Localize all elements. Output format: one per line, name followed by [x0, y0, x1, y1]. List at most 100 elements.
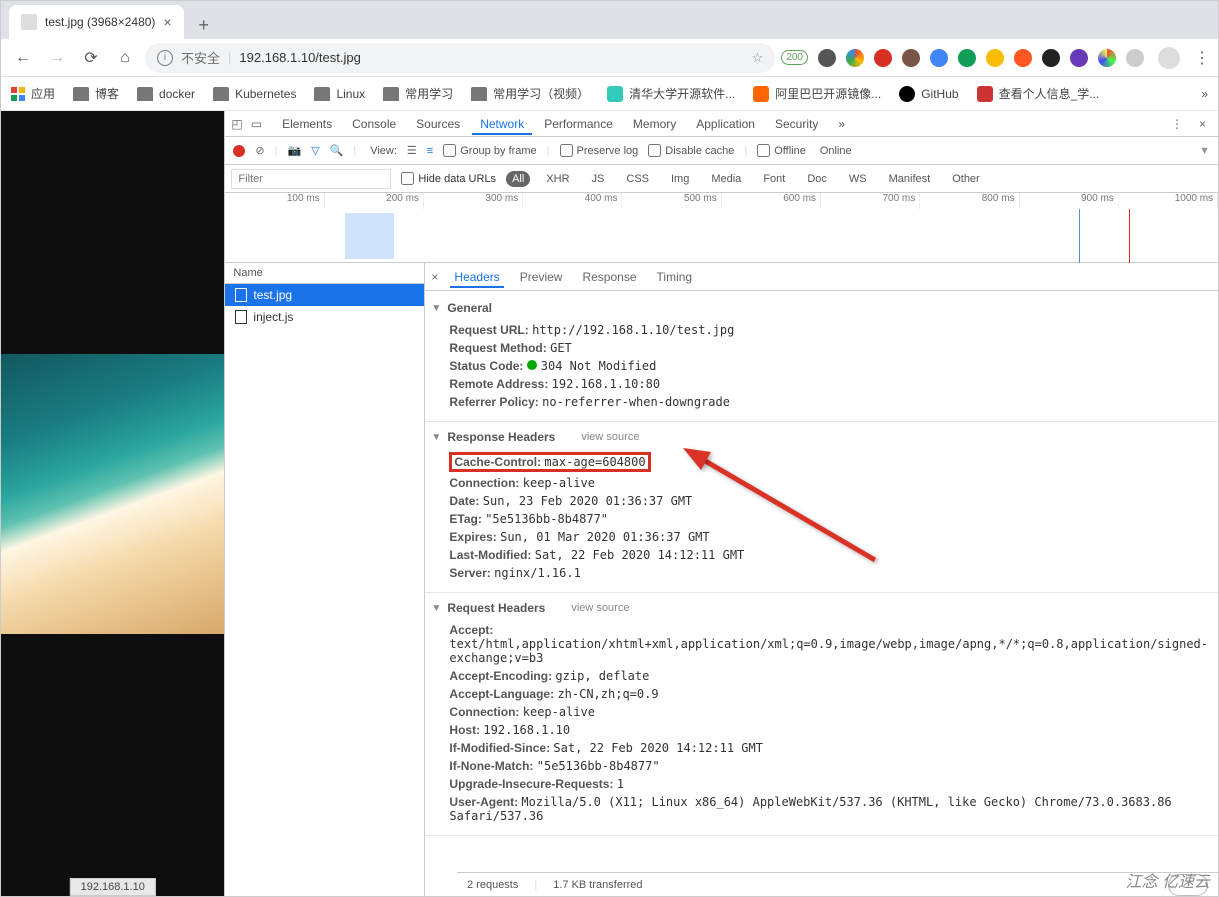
detail-tab-headers[interactable]: Headers [450, 266, 503, 288]
bookmark-folder[interactable]: 常用学习（视频） [471, 85, 589, 102]
detail-body[interactable]: ▼General Request URL: http://192.168.1.1… [425, 291, 1218, 896]
filter-type-manifest[interactable]: Manifest [883, 171, 937, 187]
filter-type-ws[interactable]: WS [843, 171, 873, 187]
ext-icon-8[interactable] [1098, 49, 1116, 67]
request-headers-title[interactable]: ▼Request Headersview source [431, 601, 1208, 615]
devtools-panel: ◰ ▭ Elements Console Sources Network Per… [224, 111, 1218, 896]
bookmark-folder[interactable]: Kubernetes [213, 87, 296, 101]
bookmark-folder[interactable]: 博客 [73, 85, 119, 102]
site-icon [753, 86, 769, 102]
inspect-icon[interactable]: ◰ [231, 117, 242, 131]
name-column-header[interactable]: Name [225, 263, 424, 284]
bookmark-link[interactable]: 查看个人信息_学... [977, 85, 1100, 102]
tab-performance[interactable]: Performance [536, 113, 621, 135]
group-by-frame-checkbox[interactable]: Group by frame [443, 144, 536, 157]
bookmark-folder[interactable]: Linux [314, 87, 365, 101]
apps-shortcut[interactable]: 应用 [11, 85, 55, 102]
filter-type-css[interactable]: CSS [620, 171, 655, 187]
tab-network[interactable]: Network [472, 113, 532, 135]
network-timeline[interactable]: 100 ms 200 ms 300 ms 400 ms 500 ms 600 m… [225, 193, 1218, 263]
reload-button[interactable]: ⟳ [77, 44, 105, 72]
device-toolbar-icon[interactable]: ▭ [251, 117, 262, 131]
tabs-overflow[interactable]: » [830, 113, 853, 135]
preserve-log-checkbox[interactable]: Preserve log [560, 144, 639, 157]
site-icon [977, 86, 993, 102]
filter-type-all[interactable]: All [506, 171, 530, 187]
request-row[interactable]: inject.js [225, 306, 424, 328]
devtools-close-icon[interactable]: × [1193, 117, 1212, 131]
ext-icon-7[interactable] [1070, 49, 1088, 67]
tab-security[interactable]: Security [767, 113, 826, 135]
request-detail: × Headers Preview Response Timing ▼Gener… [425, 263, 1218, 896]
capture-screenshots-icon[interactable]: 📷 [287, 144, 301, 157]
omnibox[interactable]: i 不安全 | 192.168.1.10/test.jpg ☆ [145, 43, 775, 73]
filter-type-font[interactable]: Font [757, 171, 791, 187]
filter-type-other[interactable]: Other [946, 171, 986, 187]
waterfall-icon[interactable]: ≡ [427, 145, 433, 157]
ext-icon-3[interactable] [958, 49, 976, 67]
bookmark-link[interactable]: GitHub [899, 86, 958, 102]
request-row[interactable]: test.jpg [225, 284, 424, 306]
general-title[interactable]: ▼General [431, 301, 1208, 315]
back-button[interactable]: ← [9, 44, 37, 72]
hide-data-urls-checkbox[interactable]: Hide data URLs [401, 172, 496, 185]
filter-input[interactable] [231, 169, 391, 189]
info-icon[interactable]: i [157, 50, 173, 66]
filter-type-img[interactable]: Img [665, 171, 695, 187]
search-icon[interactable]: 🔍 [330, 144, 344, 157]
bookmark-star-icon[interactable]: ☆ [752, 50, 764, 66]
view-source-link[interactable]: view source [581, 431, 639, 443]
bookmark-link[interactable]: 清华大学开源软件... [607, 85, 735, 102]
disable-cache-checkbox[interactable]: Disable cache [648, 144, 734, 157]
detail-tab-timing[interactable]: Timing [653, 266, 697, 288]
ext-icon-6[interactable] [1042, 49, 1060, 67]
bookmarks-overflow-icon[interactable]: » [1201, 87, 1208, 101]
ext-icon-2[interactable] [902, 49, 920, 67]
network-footer: 2 requests | 1.7 KB transferred 江念 亿速云 [457, 872, 1218, 896]
network-toolbar: ⊘ | 📷 ▽ 🔍 | View: ☰ ≡ Group by frame | P… [225, 137, 1218, 165]
record-button[interactable] [233, 145, 245, 157]
annotation-arrow [665, 440, 885, 570]
bookmark-link[interactable]: 阿里巴巴开源镜像... [753, 85, 881, 102]
detail-tab-preview[interactable]: Preview [516, 266, 567, 288]
tab-console[interactable]: Console [344, 113, 404, 135]
large-rows-icon[interactable]: ☰ [407, 144, 417, 157]
filter-type-doc[interactable]: Doc [801, 171, 833, 187]
ext-icon[interactable] [818, 49, 836, 67]
tab-memory[interactable]: Memory [625, 113, 684, 135]
filter-type-xhr[interactable]: XHR [540, 171, 575, 187]
tab-strip: test.jpg (3968×2480) × + [1, 1, 1218, 39]
detail-tab-response[interactable]: Response [578, 266, 640, 288]
close-detail-icon[interactable]: × [431, 270, 438, 284]
filter-toggle-icon[interactable]: ▽ [311, 144, 319, 157]
clear-button[interactable]: ⊘ [255, 144, 264, 157]
extension-icons: 200 [781, 49, 1144, 67]
tab-elements[interactable]: Elements [274, 113, 340, 135]
chrome-icon[interactable] [846, 49, 864, 67]
home-button[interactable]: ⌂ [111, 44, 139, 72]
filter-type-js[interactable]: JS [586, 171, 611, 187]
browser-tab[interactable]: test.jpg (3968×2480) × [9, 5, 184, 39]
close-tab-icon[interactable]: × [163, 14, 171, 30]
ext-icon-4[interactable] [986, 49, 1004, 67]
throttling-select[interactable]: Online [820, 145, 852, 157]
bookmark-folder[interactable]: 常用学习 [383, 85, 453, 102]
folder-icon [73, 87, 89, 101]
forward-button[interactable]: → [43, 44, 71, 72]
throttling-dropdown-icon[interactable]: ▼ [1199, 145, 1210, 157]
devtools-menu-icon[interactable]: ⋮ [1165, 117, 1189, 131]
abp-icon[interactable] [874, 49, 892, 67]
tab-sources[interactable]: Sources [408, 113, 468, 135]
bookmark-folder[interactable]: docker [137, 87, 195, 101]
watermark: 江念 亿速云 [1126, 868, 1210, 892]
profile-avatar[interactable] [1158, 47, 1180, 69]
ext-icon-9[interactable] [1126, 49, 1144, 67]
offline-checkbox[interactable]: Offline [757, 144, 806, 157]
chrome-menu-icon[interactable]: ⋮ [1194, 48, 1210, 68]
filter-type-media[interactable]: Media [705, 171, 747, 187]
ext-icon-5[interactable] [1014, 49, 1032, 67]
new-tab-button[interactable]: + [190, 11, 218, 39]
tab-application[interactable]: Application [688, 113, 763, 135]
translate-icon[interactable] [930, 49, 948, 67]
view-source-link[interactable]: view source [571, 602, 629, 614]
